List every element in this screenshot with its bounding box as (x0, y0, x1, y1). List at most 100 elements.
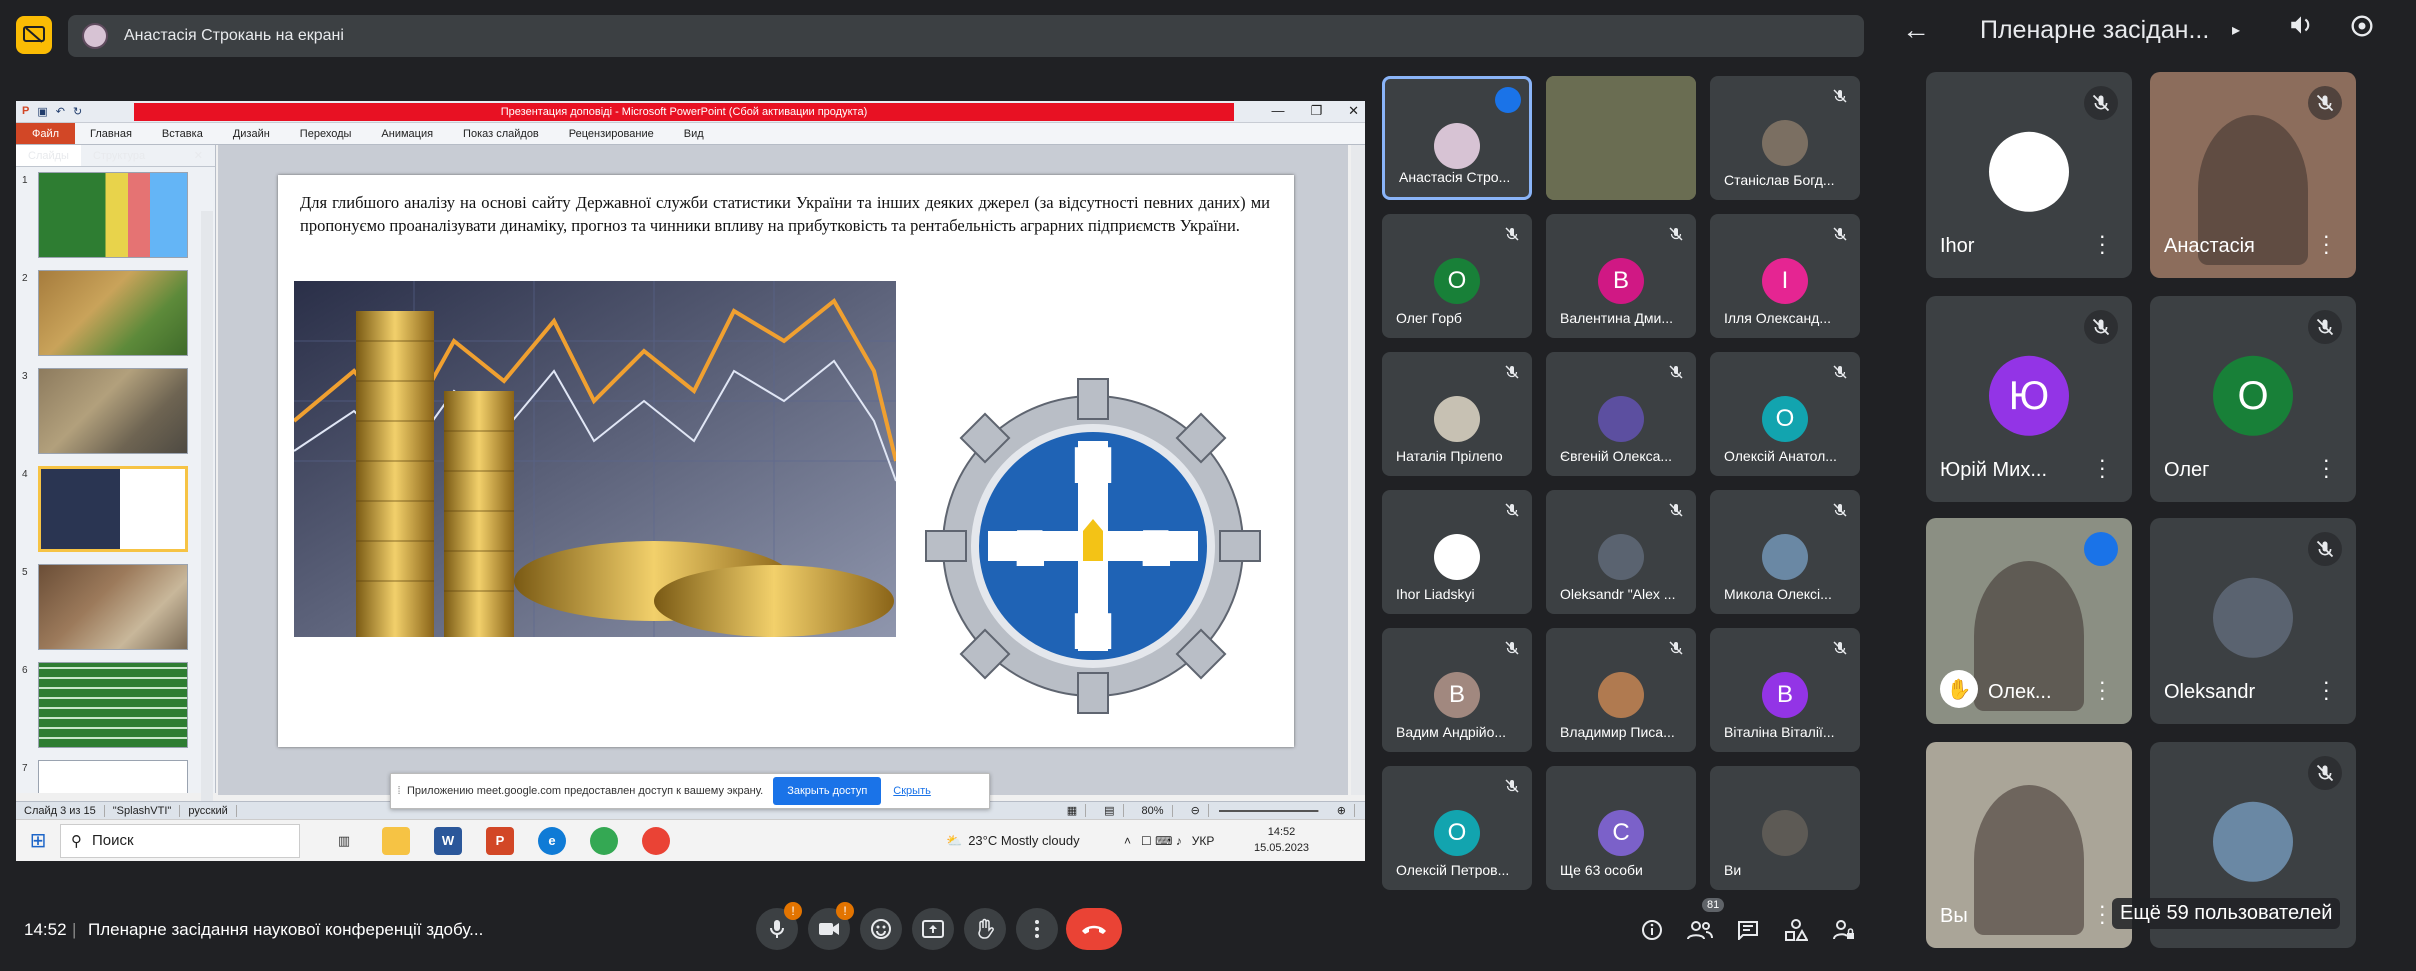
participant-tile[interactable]: І Ілля Олександ... (1710, 214, 1860, 338)
tile-more-icon[interactable]: · · · (2099, 671, 2106, 709)
slide-number: 3 (22, 371, 28, 382)
tile-more-icon[interactable]: · · · (2323, 225, 2330, 263)
participant-tile[interactable]: Владимир Писа... (1546, 628, 1696, 752)
participant-tile[interactable]: В Віталіна Віталії... (1710, 628, 1860, 752)
mic-off-icon (1832, 226, 1848, 242)
participant-tile[interactable]: О Олексій Анатол... (1710, 352, 1860, 476)
participant-tile[interactable]: Станіслав Богд... (1710, 76, 1860, 200)
mic-toggle-button[interactable]: ! (756, 902, 802, 950)
participant-tile[interactable]: Євгеній Олекса... (1546, 352, 1696, 476)
participant-tile[interactable]: Наталія Прілепо (1382, 352, 1532, 476)
participant-name: Ihor (1940, 235, 1975, 257)
back-arrow-icon[interactable]: ← (1902, 14, 1930, 46)
chevron-right-icon[interactable]: ▸ (2232, 20, 2240, 40)
participant-name: Ви (1724, 862, 1742, 878)
view-sorter-icon: ▤ (1096, 804, 1124, 817)
slide-number: 1 (22, 175, 28, 186)
tile-more-icon[interactable]: · · · (2099, 225, 2106, 263)
slide-thumbnail (38, 368, 188, 454)
activities-button[interactable] (1782, 916, 1810, 944)
participant-tile[interactable]: В Валентина Дми... (1546, 214, 1696, 338)
zoom-controls: ▦ ▤ 80% ⊖ ⊕ (1059, 804, 1355, 817)
reactions-button[interactable] (860, 908, 902, 950)
input-language: УКР (1191, 833, 1215, 848)
hand-icon (978, 918, 994, 939)
more-options-button[interactable] (1016, 908, 1058, 950)
people-button[interactable] (1686, 916, 1714, 944)
slide-thumbnail (38, 662, 188, 748)
participant-name: Анастасія Стро... (1399, 169, 1511, 185)
microphone-icon (770, 920, 784, 938)
camera-toggle-button[interactable]: ! (808, 902, 854, 950)
slide-number: 5 (22, 567, 28, 578)
presentation-banner: Анастасія Строкань на екрані (68, 15, 1864, 57)
participant-tile[interactable]: Oleksandr "Alex ... (1546, 490, 1696, 614)
participant-avatar (1762, 534, 1808, 580)
slide-thumbnail (38, 270, 188, 356)
meeting-details-button[interactable] (1638, 916, 1666, 944)
ribbon-tab: Главная (90, 127, 132, 140)
presenting-icon[interactable] (16, 16, 52, 54)
volume-icon[interactable] (2288, 12, 2314, 45)
spotlight-tile[interactable]: О Олег · · · (2150, 296, 2356, 502)
switch-camera-icon[interactable] (2348, 12, 2376, 47)
participant-name: Вы (1940, 905, 1968, 927)
participant-name: Ще 63 особи (1560, 862, 1643, 878)
present-screen-icon (922, 920, 944, 938)
ribbon-tab: Рецензирование (568, 127, 654, 140)
participant-tile[interactable]: Анастасія Стро... (1382, 76, 1532, 200)
present-button[interactable] (912, 908, 954, 950)
participant-name: Владимир Писа... (1560, 724, 1675, 740)
spotlight-tile[interactable]: Ю Юрій Мих... · · · (1926, 296, 2132, 502)
spotlight-tile[interactable]: ✋ Олек... · · · (1926, 518, 2132, 724)
tile-more-icon[interactable]: · · · (2323, 671, 2330, 709)
more-participants-label[interactable]: Ещё 59 пользователей (2112, 898, 2341, 929)
tile-more-icon[interactable]: · · · (2099, 449, 2106, 487)
leave-call-button[interactable] (1066, 908, 1122, 950)
slide-thumb: 5 (16, 561, 216, 653)
tile-more-icon[interactable]: · · · (2099, 895, 2106, 933)
participant-tile[interactable]: Ви (1710, 766, 1860, 890)
participant-avatar: О (1434, 810, 1480, 856)
mic-off-icon (1668, 364, 1684, 380)
explorer-icon (382, 826, 410, 855)
spotlight-tile[interactable]: Анастасія · · · (2150, 72, 2356, 278)
participant-tile[interactable]: Ihor Liadskyi (1382, 490, 1532, 614)
presenter-avatar (82, 23, 108, 49)
participant-tile[interactable] (1546, 76, 1696, 200)
participant-tile[interactable]: С Ще 63 особи (1546, 766, 1696, 890)
participant-name: Анастасія (2164, 235, 2255, 257)
tile-more-icon[interactable]: · · · (2323, 449, 2330, 487)
emoji-icon (871, 919, 891, 939)
participant-avatar: І (1762, 258, 1808, 304)
camera-warning-icon: ! (836, 902, 854, 920)
participant-name: Вадим Андрійо... (1396, 724, 1507, 740)
ribbon-tab: Вставка (161, 127, 203, 140)
raise-hand-button[interactable] (964, 908, 1006, 950)
host-controls-button[interactable] (1830, 916, 1858, 944)
tab-slides: Слайды (16, 145, 81, 166)
participant-name: Ілля Олександ... (1724, 310, 1832, 326)
chat-button[interactable] (1734, 916, 1762, 944)
participant-tile[interactable]: О Олег Горб (1382, 214, 1532, 338)
slide-thumb: 2 (16, 267, 216, 359)
participant-tile[interactable]: В Вадим Андрійо... (1382, 628, 1532, 752)
mic-off-icon (1504, 778, 1520, 794)
participant-avatar (2213, 577, 2293, 658)
participant-tile[interactable]: О Олексій Петров... (1382, 766, 1532, 890)
participant-name: Олек... (1988, 681, 2052, 703)
slide-thumb: 1 (16, 169, 216, 261)
zoom-out-icon: ⊖ (1183, 804, 1209, 817)
spotlight-tile[interactable]: Вы · · · (1926, 742, 2132, 948)
participant-avatar: О (1434, 258, 1480, 304)
spotlight-tile[interactable]: Ihor · · · (1926, 72, 2132, 278)
current-slide: Для глибшого аналізу на основі сайту Дер… (278, 175, 1294, 747)
stop-sharing-button: Закрыть доступ (773, 777, 882, 805)
participant-tile[interactable]: Микола Олексі... (1710, 490, 1860, 614)
spotlight-tile[interactable]: Oleksandr · · · (2150, 518, 2356, 724)
participant-name: Валентина Дми... (1560, 310, 1674, 326)
slide-thumb: 3 (16, 365, 216, 457)
camera-icon (819, 923, 839, 935)
zoom-level: 80% (1134, 804, 1173, 817)
taskbar-weather: ⛅ 23°C Mostly cloudy (946, 833, 1080, 849)
